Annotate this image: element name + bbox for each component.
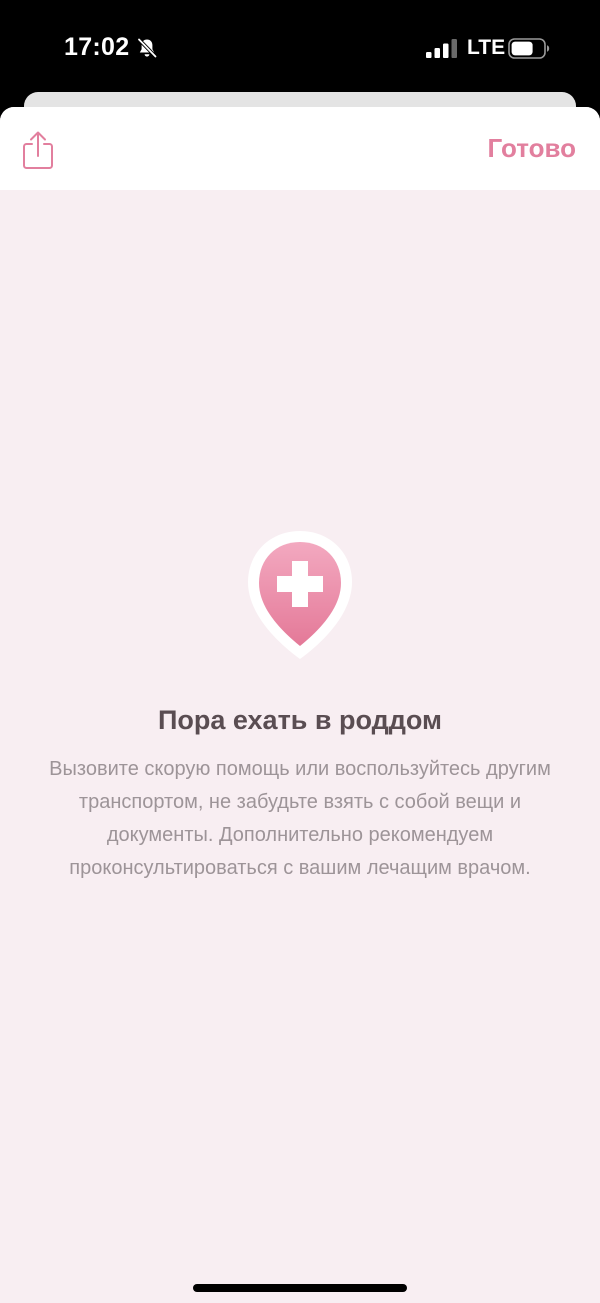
bell-slash-icon bbox=[137, 38, 157, 58]
status-time: 17:02 bbox=[64, 33, 130, 61]
hospital-pin-icon bbox=[246, 529, 354, 661]
share-icon bbox=[23, 131, 53, 169]
signal-icon bbox=[426, 39, 457, 58]
share-button[interactable] bbox=[20, 129, 56, 171]
status-bar: 17:02 LTE bbox=[0, 0, 600, 96]
screen: 17:02 LTE Готово Пора ехать в роддом Выз… bbox=[0, 0, 600, 1303]
message-title: Пора ехать в роддом bbox=[157, 705, 443, 735]
home-indicator bbox=[193, 1284, 407, 1292]
modal-sheet: Готово Пора ехать в роддом Вызовите скор… bbox=[0, 107, 600, 1303]
network-type: LTE bbox=[467, 36, 506, 59]
done-button[interactable]: Готово bbox=[488, 133, 576, 164]
battery-icon bbox=[508, 38, 550, 59]
message-body: Вызовите скорую помощь или воспользуйтес… bbox=[49, 758, 551, 879]
navigation-bar: Готово bbox=[0, 107, 600, 190]
